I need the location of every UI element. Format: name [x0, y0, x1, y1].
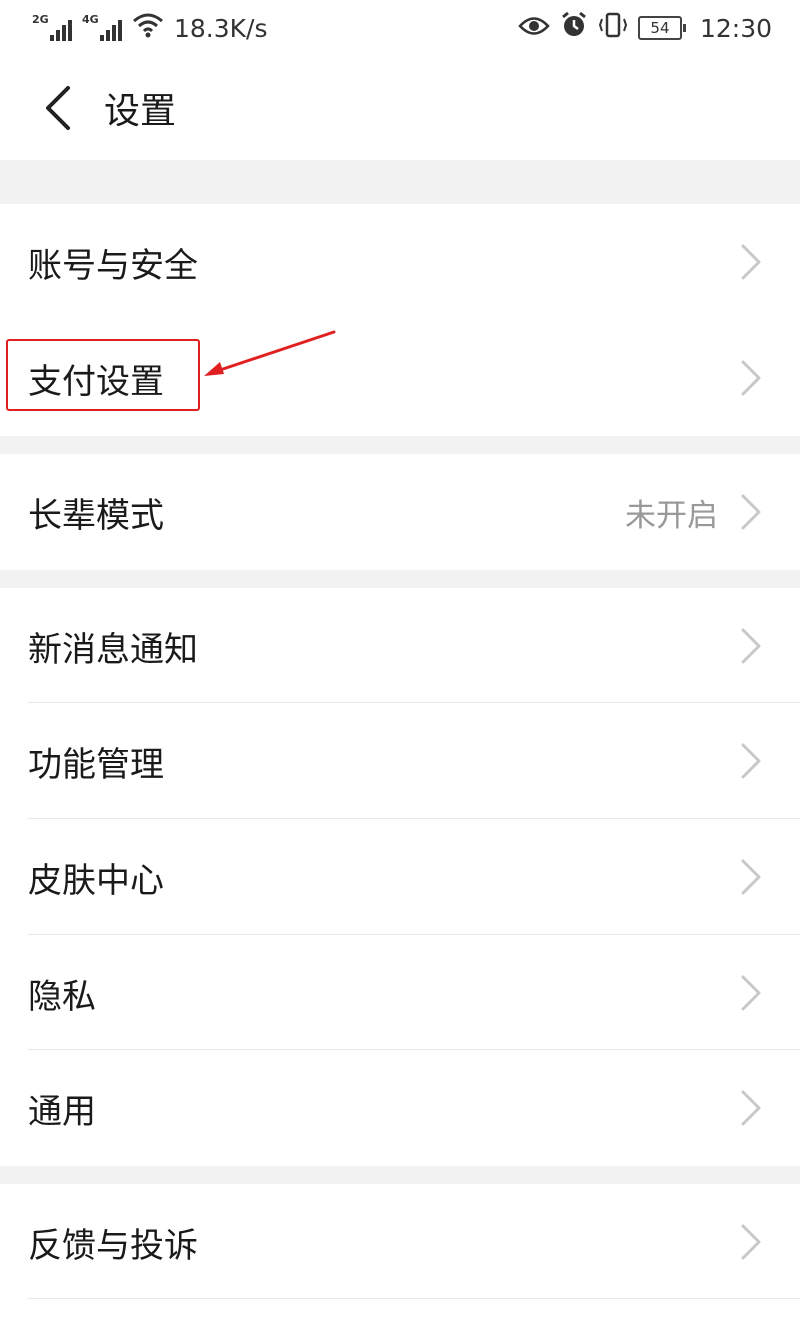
setting-item-feedback-complaint[interactable]: 反馈与投诉 [0, 1184, 800, 1300]
chevron-right-icon [736, 739, 766, 783]
chevron-right-icon [736, 356, 766, 400]
network-type-2: 4G [82, 13, 99, 26]
setting-item-account-security[interactable]: 账号与安全 [0, 204, 800, 320]
setting-item-label: 长辈模式 [28, 495, 164, 536]
status-right: 54 12:30 [518, 11, 772, 45]
eye-icon [518, 14, 550, 43]
setting-item-label: 通用 [28, 1091, 96, 1132]
divider [28, 1298, 800, 1299]
chevron-right-icon [736, 490, 766, 534]
chevron-right-icon [736, 1086, 766, 1130]
network-type-1: 2G [32, 13, 49, 26]
setting-item-label: 隐私 [28, 976, 96, 1017]
setting-item-label: 新消息通知 [28, 629, 198, 670]
chevron-right-icon [736, 855, 766, 899]
section-gap [0, 570, 800, 588]
page-title: 设置 [104, 91, 177, 132]
chevron-right-icon [736, 971, 766, 1015]
setting-item-label: 反馈与投诉 [28, 1225, 198, 1266]
setting-item-new-message-notify[interactable]: 新消息通知 [0, 588, 800, 704]
clock-time: 12:30 [699, 13, 772, 43]
setting-item-privacy[interactable]: 隐私 [0, 935, 800, 1051]
setting-item-general[interactable]: 通用 [0, 1050, 800, 1166]
chevron-right-icon [736, 1220, 766, 1264]
setting-item-skin-center[interactable]: 皮肤中心 [0, 819, 800, 935]
section-gap [0, 160, 800, 204]
status-bar: 2G 4G 18.3K/s 54 12:30 [0, 0, 800, 56]
battery-icon: 54 [637, 16, 686, 40]
back-button[interactable] [28, 78, 88, 138]
setting-item-payment-settings[interactable]: 支付设置 [0, 320, 800, 436]
network-speed: 18.3K/s [174, 13, 268, 43]
chevron-right-icon [736, 240, 766, 284]
section-gap [0, 436, 800, 454]
vibrate-icon [598, 12, 628, 44]
setting-item-elder-mode[interactable]: 长辈模式 未开启 [0, 454, 800, 570]
setting-item-feature-management[interactable]: 功能管理 [0, 703, 800, 819]
section-gap [0, 1166, 800, 1184]
signal-icon: 4G [82, 13, 122, 43]
status-left: 2G 4G 18.3K/s [32, 12, 268, 44]
chevron-left-icon [46, 86, 70, 130]
signal-icon: 2G [32, 13, 72, 43]
nav-header: 设置 [0, 56, 800, 160]
setting-item-label: 账号与安全 [28, 245, 198, 286]
wifi-icon [132, 12, 164, 44]
alarm-icon [560, 11, 588, 45]
setting-item-label: 皮肤中心 [28, 860, 164, 901]
setting-item-label: 功能管理 [28, 744, 164, 785]
chevron-right-icon [736, 624, 766, 668]
setting-item-label: 支付设置 [28, 361, 164, 402]
elder-mode-status: 未开启 [625, 497, 718, 534]
